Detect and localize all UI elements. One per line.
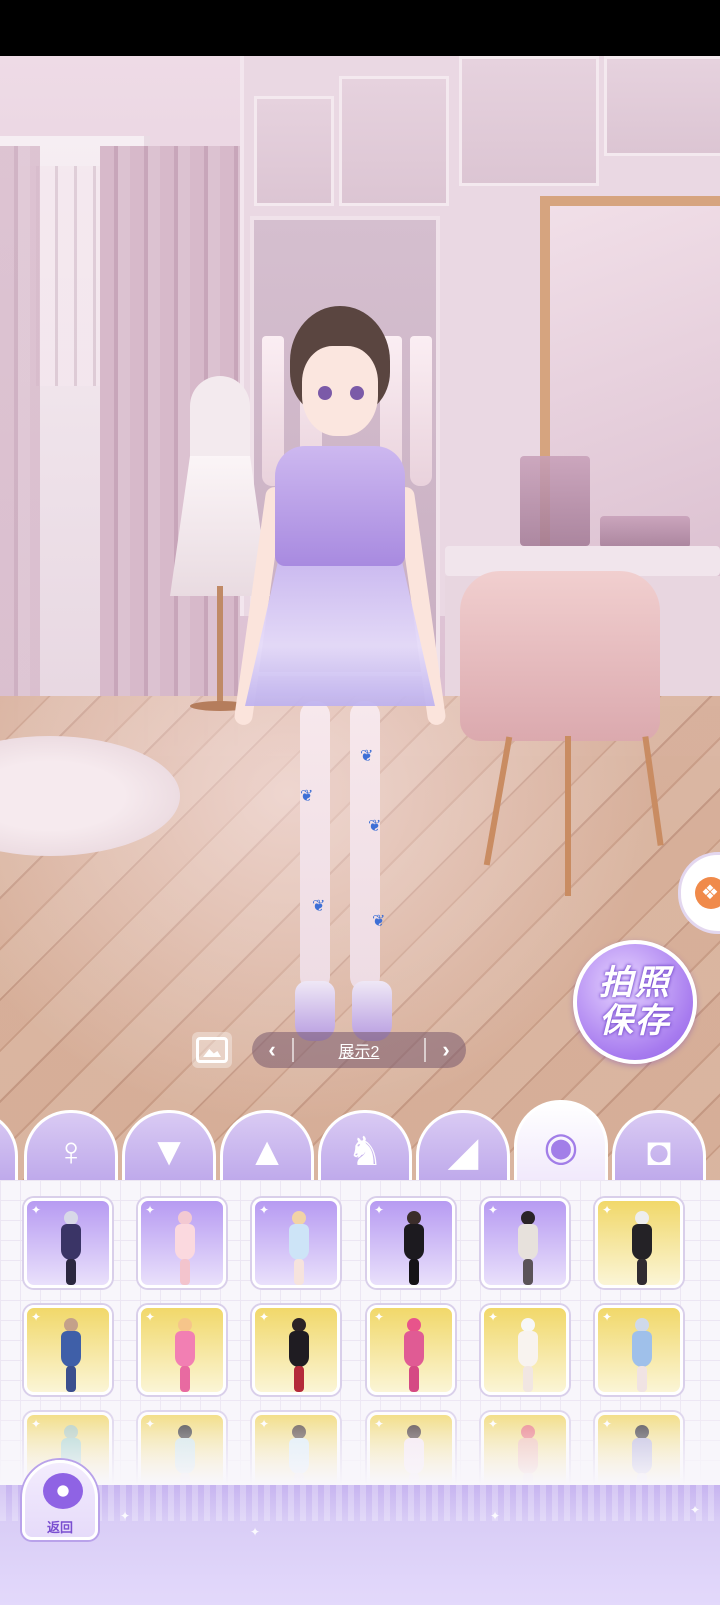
star-decoration: ✦ xyxy=(690,1503,701,1517)
back-arrow-icon: ‹ xyxy=(43,1473,83,1509)
character-leg xyxy=(300,701,330,991)
character-top xyxy=(275,446,405,566)
chair-leg xyxy=(565,736,571,896)
tab-socks[interactable]: ♞ xyxy=(318,1110,412,1190)
status-bar xyxy=(0,0,720,56)
sparkle-icon: ✦ xyxy=(374,1203,385,1217)
cosmetics-rack xyxy=(520,456,590,546)
vanity-chair xyxy=(460,571,660,741)
cabinet-door xyxy=(459,56,599,186)
outfit-item[interactable]: ✦ xyxy=(367,1305,455,1395)
sparkle-icon: ✦ xyxy=(259,1310,270,1324)
category-tabs: ♪ ♀ ▼ ▲ ♞ ◢ ◉ ◘ xyxy=(0,1100,720,1190)
outfit-item[interactable]: ✦ xyxy=(367,1198,455,1288)
cabinet-door xyxy=(604,56,720,156)
sparkle-icon: ✦ xyxy=(602,1203,613,1217)
character-skirt xyxy=(245,556,435,706)
butterfly-decoration: ❦ xyxy=(312,898,326,915)
butterfly-decoration: ❦ xyxy=(360,748,374,765)
outfit-item[interactable]: ✦ xyxy=(595,1305,683,1395)
tab-accessory[interactable]: ◉ xyxy=(514,1100,608,1190)
outfit-preview-figure xyxy=(289,1318,309,1392)
tab-shoes[interactable]: ◢ xyxy=(416,1110,510,1190)
outfit-preview-figure xyxy=(175,1211,195,1285)
sparkle-icon: ✦ xyxy=(31,1203,42,1217)
star-decoration: ✦ xyxy=(490,1509,501,1523)
outfit-preview-figure xyxy=(518,1211,538,1285)
socks-icon: ♞ xyxy=(347,1129,383,1174)
tab-hair[interactable]: ♪ xyxy=(0,1110,18,1190)
outfit-item[interactable]: ✦ xyxy=(481,1305,569,1395)
tab-top[interactable]: ▼ xyxy=(122,1110,216,1190)
star-decoration: ✦ xyxy=(120,1509,131,1523)
cabinet-door xyxy=(339,76,449,206)
picture-icon xyxy=(196,1037,228,1063)
photo-save-button[interactable]: 拍照 保存 xyxy=(573,940,697,1064)
back-button[interactable]: ‹ 返回 xyxy=(22,1460,98,1540)
butterfly-decoration: ❦ xyxy=(372,913,386,930)
outfit-item[interactable]: ✦ xyxy=(138,1305,226,1395)
paw-icon xyxy=(695,877,720,909)
mask-icon: ◉ xyxy=(543,1124,579,1169)
outfit-preview-figure xyxy=(289,1211,309,1285)
outfit-item[interactable]: ✦ xyxy=(138,1198,226,1288)
outfit-preview-figure xyxy=(404,1318,424,1392)
outfit-preview-figure xyxy=(61,1211,81,1285)
high-heel-icon: ◢ xyxy=(447,1129,479,1174)
outfit-preview-figure xyxy=(175,1318,195,1392)
previous-outfit-button[interactable]: ‹ xyxy=(252,1032,292,1068)
dress-icon: ♀ xyxy=(56,1129,86,1174)
outfit-preview-figure xyxy=(404,1211,424,1285)
character-eye xyxy=(350,386,364,400)
gallery-button[interactable] xyxy=(192,1032,232,1068)
outfit-selector: ‹ 展示2 › xyxy=(252,1032,466,1068)
tab-skirt[interactable]: ▲ xyxy=(220,1110,314,1190)
back-label: 返回 xyxy=(46,1520,73,1535)
outfit-item[interactable]: ✦ xyxy=(24,1305,112,1395)
curtain-left xyxy=(0,146,40,746)
tab-bag[interactable]: ◘ xyxy=(612,1110,706,1190)
dressed-character[interactable]: ❦ ❦ ❦ ❦ ❦ xyxy=(230,306,450,1066)
sparkle-icon: ✦ xyxy=(31,1310,42,1324)
outfit-name: 展示2 xyxy=(338,1044,380,1061)
cosmetics-rack xyxy=(600,516,690,548)
next-outfit-button[interactable]: › xyxy=(426,1032,466,1068)
outfit-preview-figure xyxy=(632,1318,652,1392)
outfit-item[interactable]: ✦ xyxy=(595,1198,683,1288)
outfit-item[interactable]: ✦ xyxy=(252,1198,340,1288)
tab-dress[interactable]: ♀ xyxy=(24,1110,118,1190)
star-decoration: ✦ xyxy=(250,1525,261,1539)
photo-save-label-1: 拍照 xyxy=(599,964,671,1002)
sparkle-icon: ✦ xyxy=(488,1310,499,1324)
character-face xyxy=(302,346,378,436)
bottom-bar: ✦ ✦ ✦ ✦ xyxy=(0,1485,720,1605)
outfit-item[interactable]: ✦ xyxy=(252,1305,340,1395)
butterfly-decoration: ❦ xyxy=(300,788,314,805)
sparkle-icon: ✦ xyxy=(374,1310,385,1324)
outfit-preview-figure xyxy=(632,1211,652,1285)
handbag-icon: ◘ xyxy=(646,1129,672,1174)
sparkle-icon: ✦ xyxy=(602,1310,613,1324)
butterfly-decoration: ❦ xyxy=(368,818,382,835)
sparkle-icon: ✦ xyxy=(488,1203,499,1217)
outfit-preview-figure xyxy=(61,1318,81,1392)
game-screen: ❦ ❦ ❦ ❦ ❦ 拍照 保存 ‹ 展示2 › ♪ ♀ ▼ ▲ ♞ xyxy=(0,0,720,1605)
grid-fade xyxy=(0,1395,720,1485)
character-leg xyxy=(350,701,380,991)
character-eye xyxy=(318,386,332,400)
cabinet-door xyxy=(254,96,334,206)
sparkle-icon: ✦ xyxy=(259,1203,270,1217)
sparkle-icon: ✦ xyxy=(145,1203,156,1217)
skirt-icon: ▲ xyxy=(247,1129,287,1174)
photo-save-label-2: 保存 xyxy=(599,1002,671,1040)
sparkle-icon: ✦ xyxy=(145,1310,156,1324)
outfit-item[interactable]: ✦ xyxy=(481,1198,569,1288)
outfit-preview-figure xyxy=(518,1318,538,1392)
outfit-item[interactable]: ✦ xyxy=(24,1198,112,1288)
shirt-icon: ▼ xyxy=(149,1129,189,1174)
